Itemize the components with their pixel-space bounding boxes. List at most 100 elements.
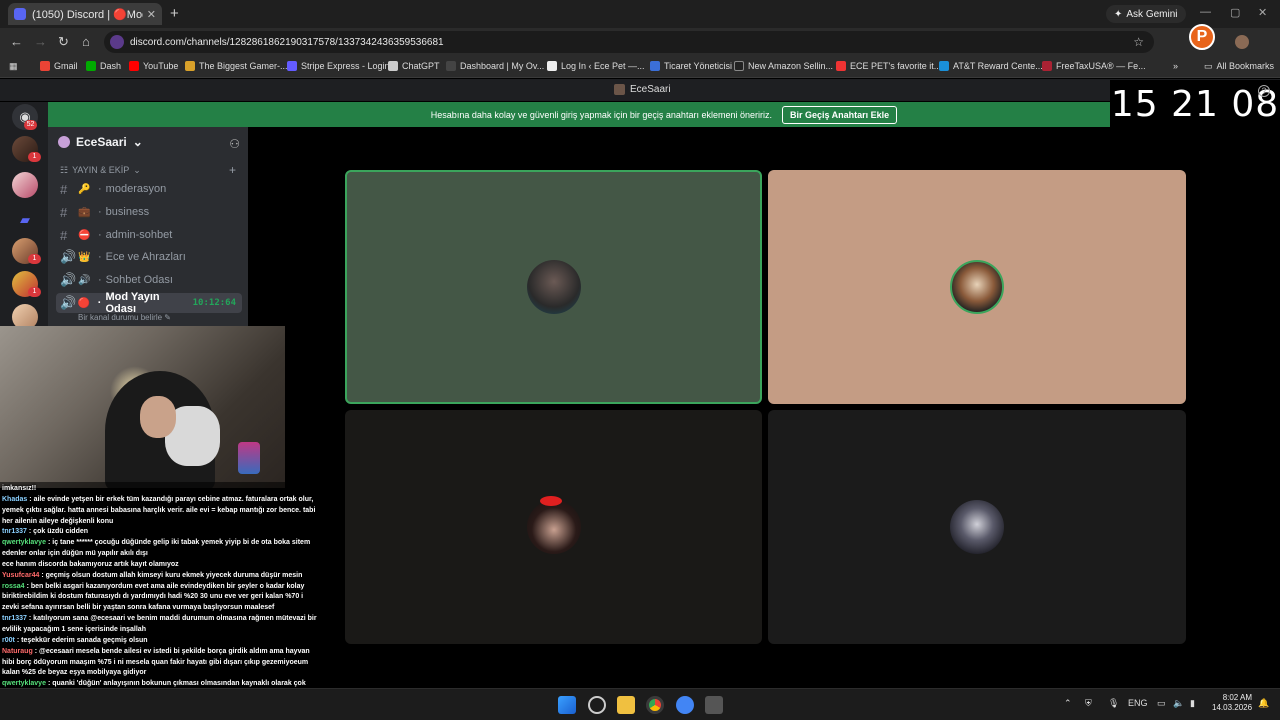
channel-emoji: 💼 [78,206,91,218]
channel-name: Ece ve Ahrazları [105,251,186,263]
browser-tab-bar: (1050) Discord | 🔴Mod Y ✕ + ✦ Ask Gemini… [0,0,1280,28]
extension-p-button[interactable]: P [1189,24,1215,50]
app-icon[interactable] [588,696,606,714]
forward-arrow-icon[interactable]: → [34,34,47,49]
participant-avatar [526,500,581,554]
text-channel-icon: # [60,227,68,243]
window-title: EceSaari [630,84,671,95]
channel-name: moderasyon [105,183,167,195]
network-icon[interactable]: ▭ [1157,698,1166,709]
add-passkey-button[interactable]: Bir Geçiş Anahtarı Ekle [781,105,898,124]
reload-icon[interactable]: ↻ [58,34,69,50]
server-icon[interactable] [12,172,38,198]
bookmark-item[interactable]: Stripe Express - Login [287,61,390,71]
chat-message: r00t: teşekkür ederim sanada geçmiş olsu… [2,636,148,644]
participant-tile-speaking[interactable] [345,170,762,404]
channel-emoji: 🔊 [78,274,91,286]
notifications-icon[interactable]: 🔔 [1258,698,1269,709]
channel-sohbet-odasi[interactable]: 🔊 🔊 · Sohbet Odası [56,270,242,290]
home-icon[interactable]: ⌂ [82,34,90,49]
server-list: ◉ 52 1 ▰ 1 1 [0,102,48,330]
text-channel-icon: # [60,181,68,197]
amazon-icon [734,61,744,71]
discord-favicon-icon [14,8,26,20]
chevron-down-icon: ⌄ [133,165,141,175]
server-name: EceSaari [76,135,127,149]
bookmark-item[interactable]: The Biggest Gamer-... [185,61,288,71]
battery-icon[interactable]: ▮ [1190,698,1195,709]
voice-channel-icon: 🔊 [60,272,77,287]
participant-avatar [950,500,1004,554]
bookmark-item[interactable]: FreeTaxUSA® — Fe... [1042,61,1146,71]
browser-toolbar: ← → ↻ ⌂ discord.com/channels/12828618621… [0,28,1280,76]
back-arrow-icon[interactable]: ← [10,34,23,49]
system-clock[interactable]: 8:02 AM 14.03.2026 [1212,693,1252,714]
channel-emoji: 👑 [78,251,91,263]
bookmark-item[interactable]: YouTube [129,61,178,71]
microphone-icon[interactable]: 🎙 [1108,698,1119,709]
chat-message: Yusufcar44: geçmiş olsun dostum allah ki… [2,571,303,579]
stream-chat-overlay: imkansız!! Khadas: aile evinde yetşen bi… [0,482,320,720]
separator-dot: · [98,183,102,195]
voice-channel-icon: 🔊 [60,249,77,264]
bookmark-item[interactable]: ChatGPT [388,61,440,71]
address-bar[interactable]: discord.com/channels/1282861862190317578… [104,31,1154,53]
channel-admin-sohbet[interactable]: # ⛔ · admin-sohbet [56,225,242,245]
maximize-window-icon[interactable]: ▢ [1230,6,1240,19]
participant-tile[interactable] [768,410,1186,644]
channel-category[interactable]: ☷ YAYIN & EKİP ⌄ [60,165,141,176]
new-tab-button[interactable]: + [170,5,179,22]
all-bookmarks-button[interactable]: ▭ All Bookmarks [1204,61,1274,72]
chat-message: ece hanım discorda bakamıyoruz artık kay… [2,560,179,568]
chrome-icon[interactable] [646,696,664,714]
text-channel-icon: # [60,204,68,220]
bookmark-item[interactable]: Ticaret Yöneticisi [650,61,732,71]
set-channel-status[interactable]: Bir kanal durumu belirle ✎ [78,313,171,322]
server-header[interactable]: EceSaari ⌄ [58,135,143,149]
create-channel-icon[interactable]: + [229,163,236,177]
url-text: discord.com/channels/1282861862190317578… [130,36,444,48]
app-icon[interactable] [705,696,723,714]
bookmark-item[interactable]: Log In ‹ Ece Pet —... [547,61,645,71]
profile-avatar[interactable] [1235,35,1249,49]
bookmark-item[interactable]: Gmail [40,61,78,71]
close-tab-icon[interactable]: ✕ [147,8,156,21]
bookmark-item[interactable]: ECE PET's favorite it... [836,61,941,71]
google-app-icon[interactable] [676,696,694,714]
apps-grid-icon[interactable]: ▦ [9,61,18,72]
tray-icon[interactable]: ⛨ [1085,698,1092,709]
clock-date: 14.03.2026 [1212,703,1253,713]
streamer-face [140,396,176,438]
server-icon [614,84,625,95]
channel-mod-yayin-odasi[interactable]: 🔊 🔴 · Mod Yayın Odası 10:12:64 [56,291,242,315]
minimize-window-icon[interactable]: — [1200,6,1211,18]
invite-people-icon[interactable]: ⚇ [229,137,240,151]
bookmark-icon [185,61,195,71]
participant-tile[interactable] [345,410,762,644]
channel-moderasyon[interactable]: # 🔑 · moderasyon [56,179,242,199]
help-icon[interactable]: ? [1258,85,1270,97]
file-explorer-icon[interactable] [617,696,635,714]
folder-icon[interactable]: ▰ [12,207,38,233]
channel-ece-ve-ahrazlari[interactable]: 🔊 👑 · Ece ve Ahrazları [56,247,242,267]
volume-icon[interactable]: 🔈 [1173,698,1184,709]
close-window-icon[interactable]: ✕ [1258,6,1267,19]
voice-stage [248,127,1280,687]
bookmark-item[interactable]: Dashboard | My Ov... [446,61,544,71]
bookmark-star-icon[interactable]: ☆ [1133,35,1144,49]
channel-emoji: 🔑 [78,183,91,195]
bookmark-item[interactable]: AT&T Reward Cente... [939,61,1043,71]
bookmark-item[interactable]: Dash [86,61,121,71]
channel-business[interactable]: # 💼 · business [56,202,242,222]
windows-start-icon[interactable] [558,696,576,714]
pencil-icon: ✎ [164,313,171,322]
att-icon [939,61,949,71]
chevron-up-icon[interactable]: ⌃ [1064,698,1072,709]
ask-gemini-button[interactable]: ✦ Ask Gemini [1106,5,1186,23]
browser-tab-discord[interactable]: (1050) Discord | 🔴Mod Y ✕ [8,3,162,25]
language-indicator[interactable]: ENG [1128,698,1148,708]
bookmark-item[interactable]: New Amazon Sellin... [734,61,833,71]
more-bookmarks-icon[interactable]: » [1173,61,1178,71]
site-info-icon[interactable] [110,35,124,49]
participant-tile[interactable] [768,170,1186,404]
